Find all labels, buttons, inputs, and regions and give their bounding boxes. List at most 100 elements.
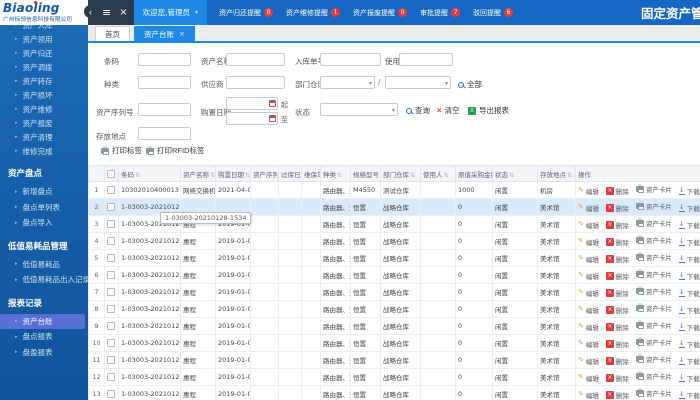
op-delete[interactable]: × 删除 [605,305,629,315]
tab-close-icon[interactable]: × [179,30,185,38]
sidebar-item[interactable]: ▸ 资产领用 [0,32,88,46]
op-download[interactable]: ↓ 下载 [678,390,700,400]
sort-icon[interactable]: ⇅ [210,172,215,179]
sidebar-item[interactable]: ▸ 新增盘点 [0,184,88,200]
op-printer[interactable]: 资产卡片 [635,269,672,279]
table-row[interactable]: 7 1-03003-20210128-15惠程2019-01-01 路由器、交换机恒… [88,283,700,301]
column-header-category[interactable]: 种类⇅ [320,165,351,182]
table-row[interactable]: 5 1-03003-20210128-15惠程2019-01-01 路由器、交换机恒… [88,249,700,267]
column-header-model[interactable]: 规格型号⇅ [350,165,381,182]
row-checkbox[interactable] [107,288,115,296]
row-checkbox[interactable] [107,186,115,194]
op-printer[interactable]: 资产卡片 [635,201,672,211]
barcode-input[interactable] [138,53,191,66]
sidebar-item[interactable]: ▸ 资产归还 [0,46,88,60]
sidebar-item[interactable]: ▸ 盘点导入 [0,215,88,231]
notification-item[interactable]: 资产维修提醒 1 [286,8,341,18]
op-printer[interactable]: 资产卡片 [635,337,672,347]
sidebar-item[interactable]: ▸ 盘点报表 [0,329,88,345]
select-all-checkbox[interactable] [107,169,115,178]
op-pencil[interactable]: ✎ 编辑 [578,356,599,366]
op-delete[interactable]: × 删除 [605,237,629,247]
row-checkbox[interactable] [107,390,115,398]
row-checkbox[interactable] [107,254,115,262]
table-row[interactable]: 1 10302010400013网络交换机2021-04-01 路由器、交换机M45… [88,181,700,199]
row-checkbox[interactable] [107,305,115,313]
row-checkbox[interactable] [107,339,115,347]
op-download[interactable]: ↓ 下载 [678,322,700,332]
sidebar-item[interactable]: ▸ 低值易耗品出入记录 [0,272,88,288]
op-download[interactable]: ↓ 下载 [678,305,700,315]
op-pencil[interactable]: ✎ 编辑 [578,254,599,264]
row-checkbox[interactable] [107,322,115,330]
all-link[interactable]: 全部 [458,79,482,90]
sort-icon[interactable]: ⇅ [444,172,449,179]
sort-icon[interactable]: ⇅ [337,172,342,179]
table-row[interactable]: 6 1-03003-20210128-15惠程2019-01-01 路由器、交换机恒… [88,266,700,284]
dept-select[interactable]: ▾ [320,76,375,89]
op-printer[interactable]: 资产卡片 [635,320,672,330]
op-pencil[interactable]: ✎ 编辑 [578,271,599,281]
warehouse-select[interactable]: ▾ [385,76,451,89]
location-input[interactable] [138,127,191,140]
op-pencil[interactable]: ✎ 编辑 [578,203,599,213]
op-delete[interactable]: × 删除 [605,373,629,383]
table-row[interactable]: 4 1-03003-20210128-15惠程2019-01-01 路由器、交换机恒… [88,232,700,250]
op-delete[interactable]: × 删除 [605,322,629,332]
sort-icon[interactable]: ⇅ [509,172,514,179]
sidebar-item[interactable]: ▸ 资产损坏 [0,88,88,102]
calendar-icon[interactable] [269,100,276,107]
op-printer[interactable]: 资产卡片 [635,286,672,296]
sidebar-item[interactable]: ▸ 资产维修 [0,102,88,116]
row-checkbox[interactable] [107,220,115,228]
op-download[interactable]: ↓ 下载 [678,356,700,366]
table-row[interactable]: 9 1-03003-20210128-15惠程2019-01-01 路由器、交换机恒… [88,317,700,335]
notification-item[interactable]: 资产归还提醒 0 [219,8,274,18]
sort-icon[interactable]: ⇅ [135,172,140,179]
sidebar-item[interactable]: ▸ 低值易耗品 [0,257,88,273]
op-pencil[interactable]: ✎ 编辑 [578,288,599,298]
sidebar-item[interactable]: ▸ 资产台账 [0,313,85,329]
op-pencil[interactable]: ✎ 编辑 [578,186,599,196]
serial-input[interactable] [138,103,191,116]
column-header-user[interactable]: 使用人⇅ [420,165,456,182]
sidebar-item[interactable]: ▸ 盘点单列表 [0,200,88,216]
op-download[interactable]: ↓ 下载 [678,203,700,213]
sidebar-item[interactable]: ▸ 资产报废 [0,116,88,130]
op-printer[interactable]: 资产卡片 [635,371,672,381]
print-label-button[interactable]: 打印标签 [101,145,142,156]
table-row[interactable]: 13 1-03003-20210128-15惠程2019-01-01 路由器、交换机… [88,385,700,400]
row-checkbox[interactable] [107,356,115,364]
op-printer[interactable]: 资产卡片 [635,303,672,313]
sort-icon[interactable]: ⇅ [245,172,250,179]
export-report-button[interactable]: X 导出报表 [468,105,509,116]
column-header-amount[interactable]: 原值采购金额⇅ [455,165,493,182]
query-button[interactable]: 查询 [406,105,430,116]
column-header-warehouse[interactable]: 部门仓库⇅ [380,165,421,182]
asset-name-input[interactable] [226,53,285,66]
close-icon[interactable]: × [119,7,127,18]
op-download[interactable]: ↓ 下载 [678,254,700,264]
op-delete[interactable]: × 删除 [605,220,629,230]
sidebar-item[interactable]: ▸ 资产转存 [0,74,88,88]
inbound-no-input[interactable] [320,53,381,66]
calendar-icon[interactable] [269,115,276,122]
clear-button[interactable]: × 清空 [437,105,460,116]
row-checkbox[interactable] [107,373,115,381]
op-download[interactable]: ↓ 下载 [678,186,700,196]
op-pencil[interactable]: ✎ 编辑 [578,339,599,349]
op-printer[interactable]: 资产卡片 [635,388,672,398]
row-checkbox[interactable] [107,237,115,245]
column-header-warranty_years[interactable]: 维保年份⇅ [301,165,321,182]
op-download[interactable]: ↓ 下载 [678,271,700,281]
column-header-status[interactable]: 状态⇅ [492,165,538,182]
print-rfid-button[interactable]: 打印RFID标签 [146,145,205,156]
op-printer[interactable]: 资产卡片 [635,235,672,245]
table-row[interactable]: 10 1-03003-20210128-15惠程2019-01-01 路由器、交换机… [88,334,700,352]
op-printer[interactable]: 资产卡片 [635,252,672,262]
op-delete[interactable]: × 删除 [605,288,629,298]
hamburger-menu-icon[interactable]: ≡ [102,7,111,18]
column-header-name[interactable]: 资产名称⇅ [180,165,216,182]
op-download[interactable]: ↓ 下载 [678,373,700,383]
sidebar-item[interactable]: ▸ 盘盈报表 [0,345,88,361]
